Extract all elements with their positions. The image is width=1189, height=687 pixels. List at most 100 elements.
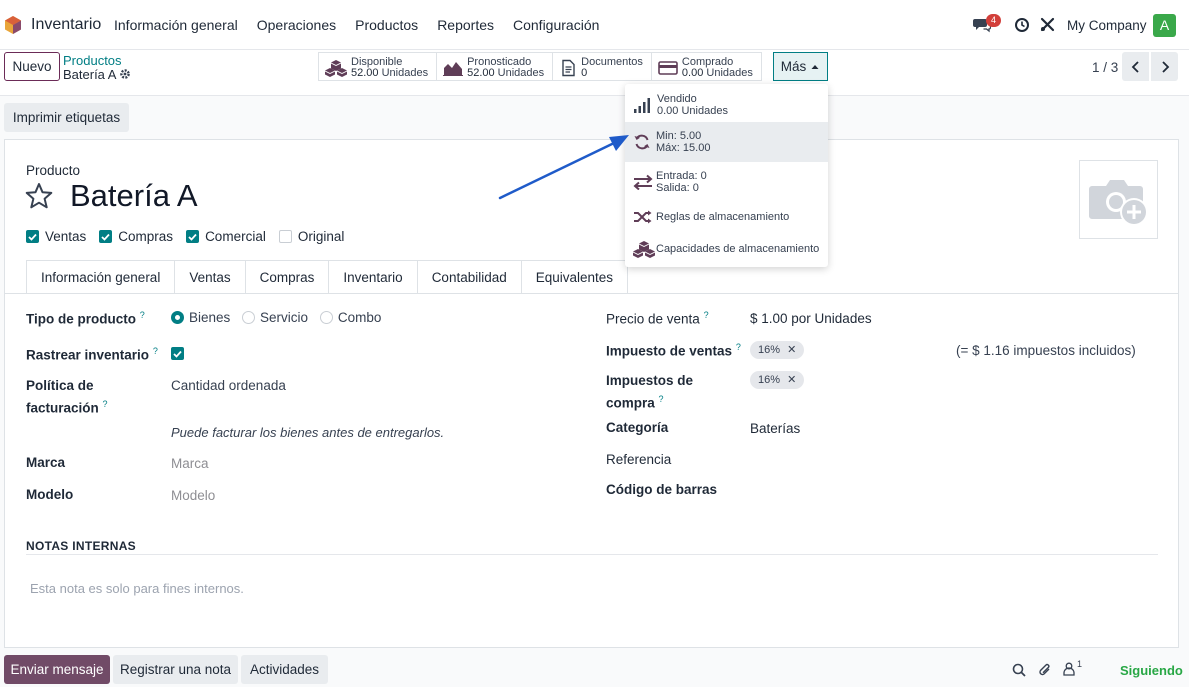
stat-available-value: 52.00 <box>351 66 379 79</box>
help-icon[interactable]: ? <box>103 399 108 409</box>
menu-item-products[interactable]: Productos <box>355 17 418 33</box>
user-avatar[interactable]: A <box>1153 14 1176 37</box>
pager-value: 1 / 3 <box>1092 60 1119 75</box>
menu-item-storage-capacities[interactable]: Capacidades de almacenamiento <box>625 234 828 264</box>
track-inventory-checkbox[interactable] <box>171 347 184 360</box>
more-button-label: Más <box>780 59 807 74</box>
sales-tax-tag[interactable]: 16% ✕ <box>750 341 805 359</box>
out-label: Salida: <box>656 182 690 194</box>
check-commercial[interactable]: Comercial <box>186 229 266 244</box>
menu-item-general[interactable]: Información general <box>114 17 238 33</box>
out-value: 0 <box>692 182 699 194</box>
menu-item-operations[interactable]: Operaciones <box>257 17 336 33</box>
pager-previous-button[interactable] <box>1122 52 1149 81</box>
stat-forecast-value: 52.00 <box>467 66 495 79</box>
breadcrumb-parent[interactable]: Productos <box>63 53 122 68</box>
caret-up-icon <box>811 64 819 69</box>
close-icon[interactable]: ✕ <box>787 374 796 386</box>
sold-label: Vendido <box>657 93 697 105</box>
top-navbar: Inventario Información general Operacion… <box>0 0 1189 50</box>
favorite-star-icon[interactable] <box>25 182 53 210</box>
radio-goods[interactable]: Bienes <box>171 310 230 325</box>
main-menu: Información general Operaciones Producto… <box>114 17 618 33</box>
gear-icon[interactable] <box>119 68 131 80</box>
invoice-policy-select[interactable]: Cantidad ordenada <box>171 378 286 393</box>
menu-item-putaway-rules[interactable]: Reglas de almacenamiento <box>625 202 828 232</box>
chevron-right-icon <box>1161 60 1169 73</box>
in-value: 0 <box>700 170 707 182</box>
tab-inventory[interactable]: Inventario <box>329 260 418 294</box>
user-follower-icon[interactable] <box>1063 662 1075 676</box>
menu-item-sold[interactable]: Vendido 0.00 Unidades <box>625 87 828 123</box>
print-labels-button[interactable]: Imprimir etiquetas <box>4 103 129 132</box>
close-icon[interactable]: ✕ <box>787 344 796 356</box>
tab-purchases[interactable]: Compras <box>245 260 330 294</box>
credit-card-icon <box>658 60 678 75</box>
stat-available-button[interactable]: Disponible 52.00 Unidades <box>319 53 438 80</box>
notes-divider <box>26 554 1158 555</box>
stat-forecast-button[interactable]: Pronosticado 52.00 Unidades <box>437 53 554 80</box>
brand-label: Marca <box>26 455 66 470</box>
company-switcher[interactable]: My Company <box>1067 18 1147 33</box>
help-icon[interactable]: ? <box>659 394 664 404</box>
sales-tax-label: Impuesto de ventas ? <box>606 342 741 359</box>
send-message-button[interactable]: Enviar mensaje <box>4 655 110 684</box>
stat-purchased-unit: Unidades <box>706 66 753 79</box>
brand-input[interactable]: Marca <box>171 456 209 471</box>
checkbox-checked-icon <box>99 230 113 243</box>
pager-next-button[interactable] <box>1151 52 1178 81</box>
product-name-field[interactable]: Batería A <box>70 178 198 214</box>
stat-purchased-button[interactable]: Comprado 0.00 Unidades <box>651 53 761 80</box>
menu-item-configuration[interactable]: Configuración <box>513 17 599 33</box>
clock-icon[interactable] <box>1014 17 1030 33</box>
barcode-label: Código de barras <box>606 482 718 497</box>
inventory-app-icon[interactable] <box>4 16 22 34</box>
refresh-icon <box>634 134 650 150</box>
tabs-divider <box>5 293 1178 294</box>
more-dropdown-menu: Vendido 0.00 Unidades Min: 5.00 Máx: 15.00… <box>625 84 828 267</box>
tab-sales[interactable]: Ventas <box>175 260 246 294</box>
chat-badge: 4 <box>986 14 1001 27</box>
following-button[interactable]: Siguiendo <box>1120 663 1183 678</box>
smart-buttons: Disponible 52.00 Unidades Pronosticado 5… <box>318 52 762 81</box>
tab-general-info[interactable]: Información general <box>26 260 176 294</box>
model-label: Modelo <box>26 487 74 502</box>
check-original[interactable]: Original <box>278 229 344 244</box>
menu-item-moves[interactable]: Entrada: 0 Salida: 0 <box>625 164 828 200</box>
purchase-tax-tag[interactable]: 16% ✕ <box>750 371 805 389</box>
log-note-button[interactable]: Registrar una nota <box>113 655 238 684</box>
breadcrumb-current: Batería A <box>63 67 117 82</box>
category-field[interactable]: Baterías <box>750 421 800 436</box>
stat-documents-button[interactable]: Documentos 0 <box>553 53 652 80</box>
help-icon[interactable]: ? <box>140 310 145 320</box>
radio-service[interactable]: Servicio <box>242 310 308 325</box>
tab-accounting[interactable]: Contabilidad <box>417 260 522 294</box>
search-icon[interactable] <box>1012 663 1026 677</box>
activities-button[interactable]: Actividades <box>241 655 328 684</box>
paperclip-icon[interactable] <box>1038 662 1052 678</box>
menu-item-reorder-rules[interactable]: Min: 5.00 Máx: 15.00 <box>625 122 828 162</box>
internal-notes-header: NOTAS INTERNAS <box>26 539 136 553</box>
sale-price-field[interactable]: $ 1.00 por Unidades <box>750 311 872 326</box>
checkbox-unchecked-icon <box>278 230 292 243</box>
max-label: Máx: <box>656 142 680 154</box>
tab-equivalents[interactable]: Equivalentes <box>521 260 629 294</box>
check-purchases[interactable]: Compras <box>99 229 173 244</box>
help-icon[interactable]: ? <box>153 346 158 356</box>
new-button[interactable]: Nuevo <box>4 52 60 81</box>
product-type-label: Tipo de producto ? <box>26 310 145 327</box>
internal-notes-input[interactable]: Esta nota es solo para fines internos. <box>30 581 244 596</box>
help-icon[interactable]: ? <box>736 342 741 352</box>
check-sales[interactable]: Ventas <box>26 229 86 244</box>
help-icon[interactable]: ? <box>704 310 709 320</box>
radio-combo[interactable]: Combo <box>319 310 381 325</box>
purchase-tax-label: Impuestos de compra ? <box>606 373 694 411</box>
exchange-arrows-icon <box>633 174 653 190</box>
app-name[interactable]: Inventario <box>31 16 101 34</box>
tools-icon[interactable] <box>1040 17 1055 32</box>
menu-item-reports[interactable]: Reportes <box>437 17 494 33</box>
chatter-bar: Enviar mensaje Registrar una nota Activi… <box>0 650 1189 687</box>
product-image-upload[interactable] <box>1079 160 1158 239</box>
more-button[interactable]: Más <box>773 52 828 81</box>
model-input[interactable]: Modelo <box>171 488 215 503</box>
